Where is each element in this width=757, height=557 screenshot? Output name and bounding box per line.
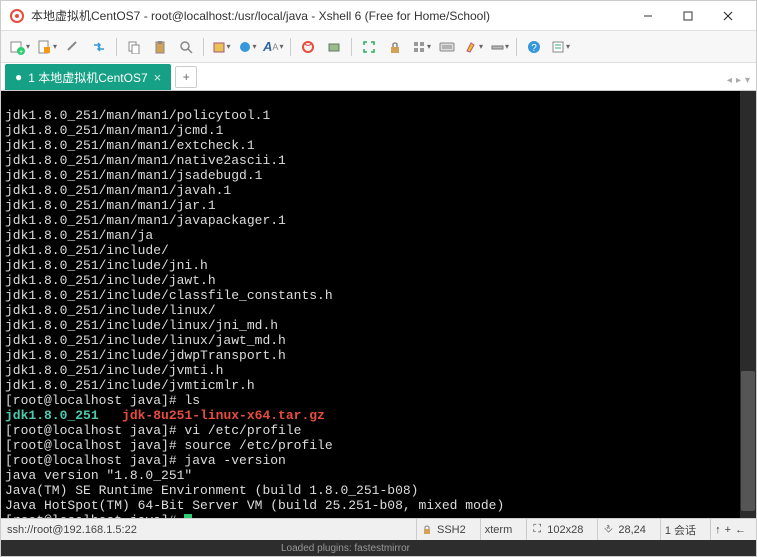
transfer-button[interactable] xyxy=(87,35,111,59)
statusbar: ssh://root@192.168.1.5:22 SSH2 xterm ⛶ 1… xyxy=(1,518,756,540)
highlight-button[interactable]: ▾ xyxy=(461,35,485,59)
properties-button[interactable]: ▾ xyxy=(209,35,233,59)
status-protocol: SSH2 xyxy=(416,519,470,540)
copy-button[interactable] xyxy=(122,35,146,59)
window-title: 本地虚拟机CentOS7 - root@localhost:/usr/local… xyxy=(31,7,628,24)
footer-text: Loaded plugins: fastestmirror xyxy=(281,543,410,554)
svg-text:?: ? xyxy=(532,43,538,54)
scrollbar-thumb[interactable] xyxy=(741,371,755,511)
status-cursor-pos: ⎀ 28,24 xyxy=(597,519,650,540)
script-button[interactable]: ▾ xyxy=(548,35,572,59)
grid-icon: ⛶ xyxy=(531,524,543,536)
tabbar: ● 1 本地虚拟机CentOS7 × + ◂ ▸ ▾ xyxy=(1,63,756,91)
disconnect-button[interactable] xyxy=(322,35,346,59)
tab-close-button[interactable]: × xyxy=(154,70,162,85)
footer-strip: Loaded plugins: fastestmirror xyxy=(1,540,756,556)
tab-label: 1 本地虚拟机CentOS7 xyxy=(28,69,147,86)
tab-menu-icon[interactable]: ▾ xyxy=(745,75,750,86)
svg-text:+: + xyxy=(19,49,23,55)
tab-next-icon[interactable]: ▸ xyxy=(736,75,741,86)
nav-add-icon[interactable]: + xyxy=(725,524,731,536)
maximize-button[interactable] xyxy=(668,2,708,30)
status-sessions: 1 会话 xyxy=(660,519,700,540)
color-button[interactable]: ▾ xyxy=(235,35,259,59)
lock-button[interactable] xyxy=(383,35,407,59)
status-connection: ssh://root@192.168.1.5:22 xyxy=(7,524,137,536)
status-size: ⛶ 102x28 xyxy=(526,519,587,540)
terminal-scrollbar[interactable] xyxy=(740,91,756,518)
help-button[interactable]: ? xyxy=(522,35,546,59)
new-session-button[interactable]: +▾ xyxy=(7,35,32,59)
tab-add-button[interactable]: + xyxy=(175,66,197,88)
fullscreen-button[interactable] xyxy=(357,35,381,59)
status-nav: ↑ + ← xyxy=(710,519,750,540)
tile-button[interactable]: ▾ xyxy=(409,35,433,59)
status-term-type: xterm xyxy=(480,519,517,540)
ruler-button[interactable]: ▾ xyxy=(487,35,511,59)
minimize-button[interactable] xyxy=(628,2,668,30)
tab-prev-icon[interactable]: ◂ xyxy=(727,75,732,86)
search-button[interactable] xyxy=(174,35,198,59)
tab-nav: ◂ ▸ ▾ xyxy=(727,75,750,86)
paste-button[interactable] xyxy=(148,35,172,59)
nav-up-icon[interactable]: ↑ xyxy=(715,524,721,536)
lock-icon xyxy=(421,524,433,536)
link-button[interactable] xyxy=(61,35,85,59)
tab-indicator-icon: ● xyxy=(15,70,22,84)
keyboard-button[interactable] xyxy=(435,35,459,59)
new-file-button[interactable]: ▾ xyxy=(34,35,59,59)
terminal[interactable]: jdk1.8.0_251/man/man1/policytool.1jdk1.8… xyxy=(1,91,756,518)
tab-session-1[interactable]: ● 1 本地虚拟机CentOS7 × xyxy=(5,64,171,90)
reconnect-button[interactable] xyxy=(296,35,320,59)
font-button[interactable]: AA▾ xyxy=(261,35,285,59)
toolbar: +▾ ▾ ▾ ▾ AA▾ ▾ ▾ ▾ ? ▾ xyxy=(1,31,756,63)
cursor-pos-icon: ⎀ xyxy=(602,524,614,536)
nav-left-icon[interactable]: ← xyxy=(735,524,746,536)
app-icon xyxy=(9,8,25,24)
terminal-cursor xyxy=(184,514,192,518)
titlebar: 本地虚拟机CentOS7 - root@localhost:/usr/local… xyxy=(1,1,756,31)
close-button[interactable] xyxy=(708,2,748,30)
